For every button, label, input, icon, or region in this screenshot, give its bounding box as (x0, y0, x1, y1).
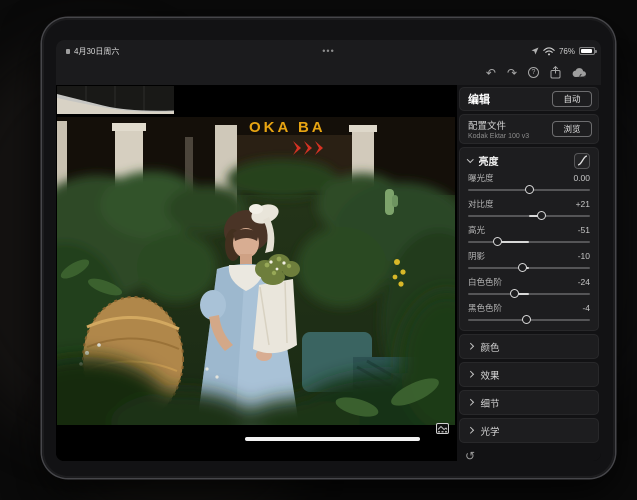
histogram[interactable] (57, 86, 174, 114)
effects-section[interactable]: 效果 (459, 362, 599, 387)
slider-knob[interactable] (518, 263, 527, 272)
desktop-background: 4月30日周六 ••• 76% (0, 0, 637, 500)
share-icon[interactable] (550, 66, 561, 79)
slider-label: 阴影 (468, 250, 485, 262)
reset-icon[interactable]: ↺ (465, 449, 475, 461)
tone-curve-button[interactable] (574, 153, 590, 169)
app-top-chrome: 4月30日周六 ••• 76% (56, 40, 601, 85)
slider-knob[interactable] (525, 185, 534, 194)
whites-slider: 白色色阶 -24 (468, 274, 590, 300)
panel-title: 编辑 (468, 91, 490, 107)
color-section[interactable]: 颜色 (459, 334, 599, 359)
slider-label: 高光 (468, 224, 485, 236)
bouquet (253, 254, 300, 353)
status-date: 4月30日周六 (74, 46, 119, 57)
edit-panel: 编辑 自动 配置文件 Kodak Ektar 100 v3 浏览 亮 (457, 85, 601, 461)
slider-value: -24 (578, 277, 590, 287)
slider-label: 对比度 (468, 198, 494, 210)
slider-label: 曝光度 (468, 172, 494, 184)
status-bar: 4月30日周六 ••• 76% (56, 40, 601, 62)
profile-value: Kodak Ektar 100 v3 (468, 133, 529, 140)
slider-value: +21 (576, 199, 590, 209)
section-label: 颜色 (481, 340, 500, 354)
light-section-header[interactable]: 亮度 (468, 151, 590, 170)
optics-section[interactable]: 光学 (459, 418, 599, 443)
help-icon[interactable]: ? (528, 67, 539, 78)
chevron-right-icon (467, 399, 473, 405)
highlights-slider: 高光 -51 (468, 222, 590, 248)
section-label: 细节 (481, 396, 500, 410)
detail-section[interactable]: 细节 (459, 390, 599, 415)
section-label: 光学 (481, 424, 500, 438)
slider-value: -10 (578, 251, 590, 261)
location-arrow-icon (531, 47, 539, 55)
contrast-slider: 对比度 +21 (468, 196, 590, 222)
filmstrip-toggle-icon[interactable] (436, 421, 449, 439)
auto-button[interactable]: 自动 (552, 91, 592, 107)
section-label: 效果 (481, 368, 500, 382)
chevron-down-icon (467, 156, 473, 162)
blacks-slider: 黑色色阶 -4 (468, 300, 590, 326)
chevron-right-icon (467, 343, 473, 349)
editor-toolbar: ↶ ↷ ? (486, 66, 587, 79)
ipad-screen: 4月30日周六 ••• 76% (56, 40, 601, 461)
profile-label: 配置文件 (468, 118, 529, 132)
reset-row: ↺ (465, 447, 601, 461)
undo-icon[interactable]: ↶ (486, 67, 496, 79)
cloud-sync-icon[interactable] (572, 67, 587, 78)
slider-knob[interactable] (510, 289, 519, 298)
photo[interactable]: OKA BA (57, 117, 455, 425)
slider-value: -4 (582, 303, 590, 313)
browse-button[interactable]: 浏览 (552, 121, 592, 137)
chevron-right-icon (467, 371, 473, 377)
neon-sign-text: OKA BA (249, 119, 326, 136)
edit-panel-header: 编辑 自动 (459, 87, 599, 111)
battery-percent: 76% (559, 47, 575, 56)
wifi-icon (543, 47, 555, 56)
chevron-right-icon (467, 427, 473, 433)
light-section-label: 亮度 (479, 153, 569, 168)
battery-icon (579, 47, 595, 55)
slider-knob[interactable] (493, 237, 502, 246)
status-indicator-icon (66, 49, 70, 54)
slider-knob[interactable] (537, 211, 546, 220)
slider-value: -51 (578, 225, 590, 235)
slider-label: 白色色阶 (468, 276, 502, 288)
slider-value: 0.00 (573, 173, 590, 183)
light-section: 亮度 曝光度 0.00 (459, 147, 599, 331)
shadows-slider: 阴影 -10 (468, 248, 590, 274)
slider-label: 黑色色阶 (468, 302, 502, 314)
ipad-device-frame: 4月30日周六 ••• 76% (42, 18, 615, 478)
redo-icon[interactable]: ↷ (507, 67, 517, 79)
profile-section: 配置文件 Kodak Ektar 100 v3 浏览 (459, 114, 599, 144)
multitasking-dots-icon[interactable]: ••• (322, 46, 334, 56)
exposure-slider: 曝光度 0.00 (468, 170, 590, 196)
home-indicator[interactable] (245, 437, 420, 441)
photo-canvas-area: OKA BA (56, 85, 457, 461)
slider-knob[interactable] (522, 315, 531, 324)
